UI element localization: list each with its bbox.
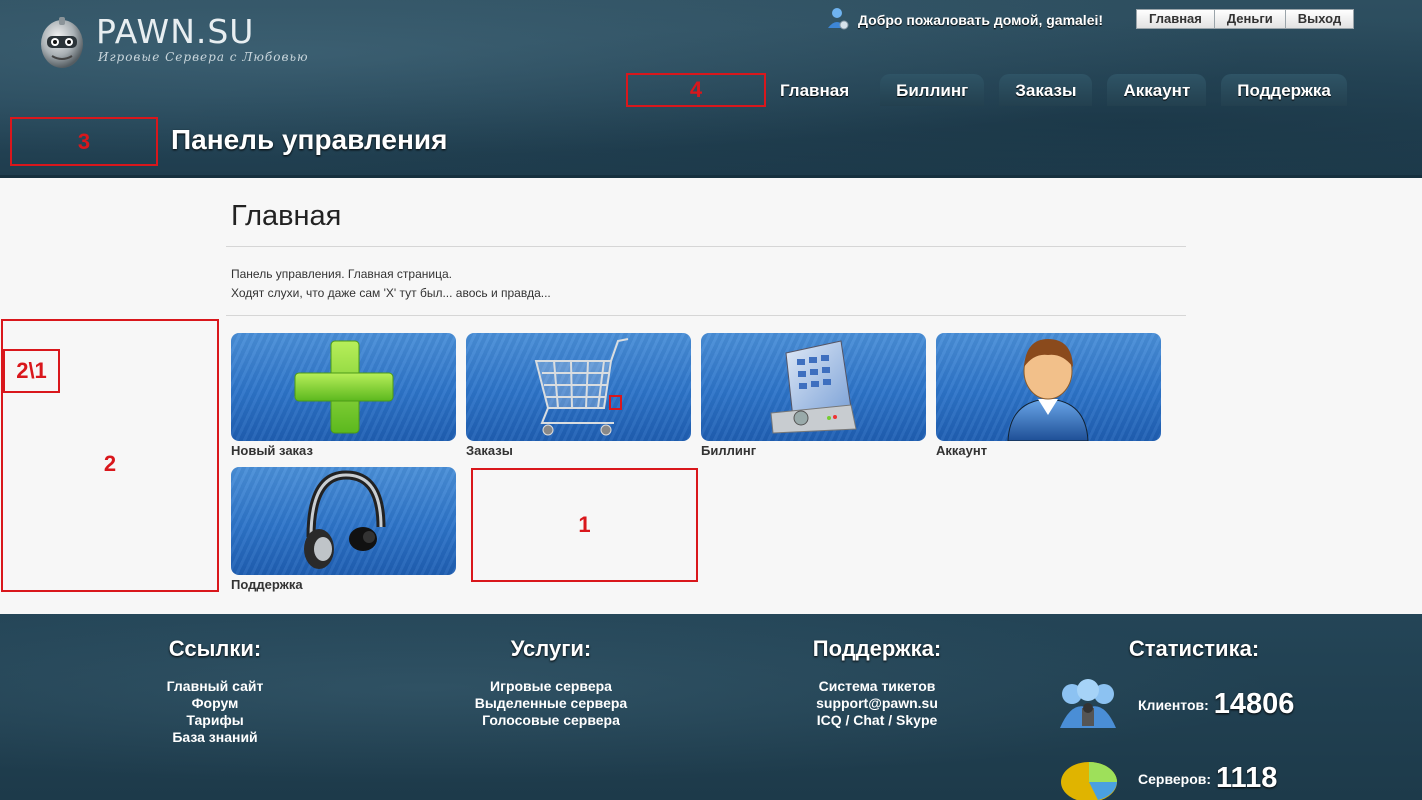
servers-chart-icon <box>1058 752 1120 800</box>
tile-label: Аккаунт <box>936 443 988 458</box>
annotation-label-2: 2 <box>103 451 117 476</box>
tile-support[interactable]: Поддержка <box>231 467 456 592</box>
welcome-text: Добро пожаловать домой, gamalei! <box>858 12 1104 28</box>
tile-label: Новый заказ <box>231 443 313 458</box>
top-link-logout[interactable]: Выход <box>1285 9 1355 29</box>
page-title: Панель управления <box>171 124 448 155</box>
tile-new-order[interactable]: Новый заказ <box>231 333 456 458</box>
footer-link-icq-chat-skype[interactable]: ICQ / Chat / Skype <box>792 712 962 729</box>
clients-value: 14806 <box>1213 688 1295 720</box>
footer-stats: Статистика: <box>1109 636 1279 678</box>
footer-support-title: Поддержка: <box>812 636 942 661</box>
annotation-box-4: 4 <box>626 73 766 107</box>
footer-link-game-servers[interactable]: Игровые сервера <box>451 678 651 695</box>
annotation-box-2-1: 2\1 <box>3 349 60 393</box>
logo[interactable]: PAWN.SU Игровые Сервера с Любовью <box>38 14 309 68</box>
servers-value: 1118 <box>1216 762 1278 794</box>
tab-home[interactable]: Главная <box>764 74 865 106</box>
tab-support[interactable]: Поддержка <box>1221 74 1347 106</box>
logo-subtitle: Игровые Сервера с Любовью <box>98 50 309 64</box>
footer-link-tickets[interactable]: Система тикетов <box>792 678 962 695</box>
headphones-icon <box>304 470 386 569</box>
welcome-block: Добро пожаловать домой, gamalei! <box>826 6 1104 35</box>
tile-image <box>231 333 456 441</box>
intro-text: Панель управления. Главная страница. Ход… <box>231 265 551 303</box>
mascot-logo-icon <box>38 14 86 68</box>
footer-links-title: Ссылки: <box>168 636 262 661</box>
footer-link-dedicated-servers[interactable]: Выделенные сервера <box>451 695 651 712</box>
top-links: Главная Деньги Выход <box>1136 9 1355 29</box>
servers-label: Серверов: <box>1138 770 1212 787</box>
billing-terminal-icon <box>770 340 857 434</box>
tile-image <box>231 467 456 575</box>
clients-label: Клиентов: <box>1138 696 1209 713</box>
footer-link-tariffs[interactable]: Тарифы <box>140 712 290 729</box>
tile-label: Биллинг <box>701 443 757 458</box>
stat-clients: Клиентов: 14806 <box>1138 688 1294 721</box>
footer-services-title: Услуги: <box>510 636 592 661</box>
tab-orders[interactable]: Заказы <box>999 74 1093 106</box>
logo-title: PAWN.SU <box>96 12 255 51</box>
main-nav: Главная Биллинг Заказы Аккаунт Поддержка <box>764 74 1347 106</box>
tile-orders[interactable]: Заказы <box>466 333 691 458</box>
annotation-box-1: 1 <box>471 468 698 582</box>
footer-link-knowledge-base[interactable]: База знаний <box>140 729 290 746</box>
annotation-box-3: 3 <box>10 117 158 166</box>
top-link-home[interactable]: Главная <box>1136 9 1215 29</box>
footer-stats-title: Статистика: <box>1128 636 1260 661</box>
divider <box>226 246 1186 247</box>
user-icon <box>826 6 850 35</box>
tile-image <box>936 333 1161 441</box>
clients-icon <box>1058 678 1118 737</box>
divider <box>226 315 1186 316</box>
footer: Ссылки: Главный сайт Форум Тарифы База з… <box>0 614 1422 800</box>
footer-links: Ссылки: Главный сайт Форум Тарифы База з… <box>140 636 290 746</box>
annotation-box-2: 2\1 2 <box>1 319 219 592</box>
footer-link-forum[interactable]: Форум <box>140 695 290 712</box>
intro-line-1: Панель управления. Главная страница. <box>231 267 452 281</box>
shopping-cart-icon <box>534 338 629 436</box>
footer-link-voice-servers[interactable]: Голосовые сервера <box>451 712 651 729</box>
tile-image <box>466 333 691 441</box>
user-icon <box>1007 339 1089 441</box>
tile-billing[interactable]: Биллинг <box>701 333 926 458</box>
top-link-money[interactable]: Деньги <box>1214 9 1286 29</box>
content-heading: Главная <box>231 200 342 232</box>
stat-servers: Серверов: 1118 <box>1138 762 1277 795</box>
tile-image <box>701 333 926 441</box>
tile-label: Заказы <box>466 443 513 458</box>
tab-account[interactable]: Аккаунт <box>1107 74 1207 106</box>
plus-icon <box>294 340 394 434</box>
footer-link-email[interactable]: support@pawn.su <box>792 695 962 712</box>
tab-billing[interactable]: Биллинг <box>880 74 985 106</box>
intro-line-2: Ходят слухи, что даже сам 'X' тут был...… <box>231 286 551 300</box>
footer-support: Поддержка: Система тикетов support@pawn.… <box>792 636 962 729</box>
footer-services: Услуги: Игровые сервера Выделенные серве… <box>451 636 651 729</box>
footer-link-main-site[interactable]: Главный сайт <box>140 678 290 695</box>
tile-account[interactable]: Аккаунт <box>936 333 1161 458</box>
tile-label: Поддержка <box>231 577 303 592</box>
